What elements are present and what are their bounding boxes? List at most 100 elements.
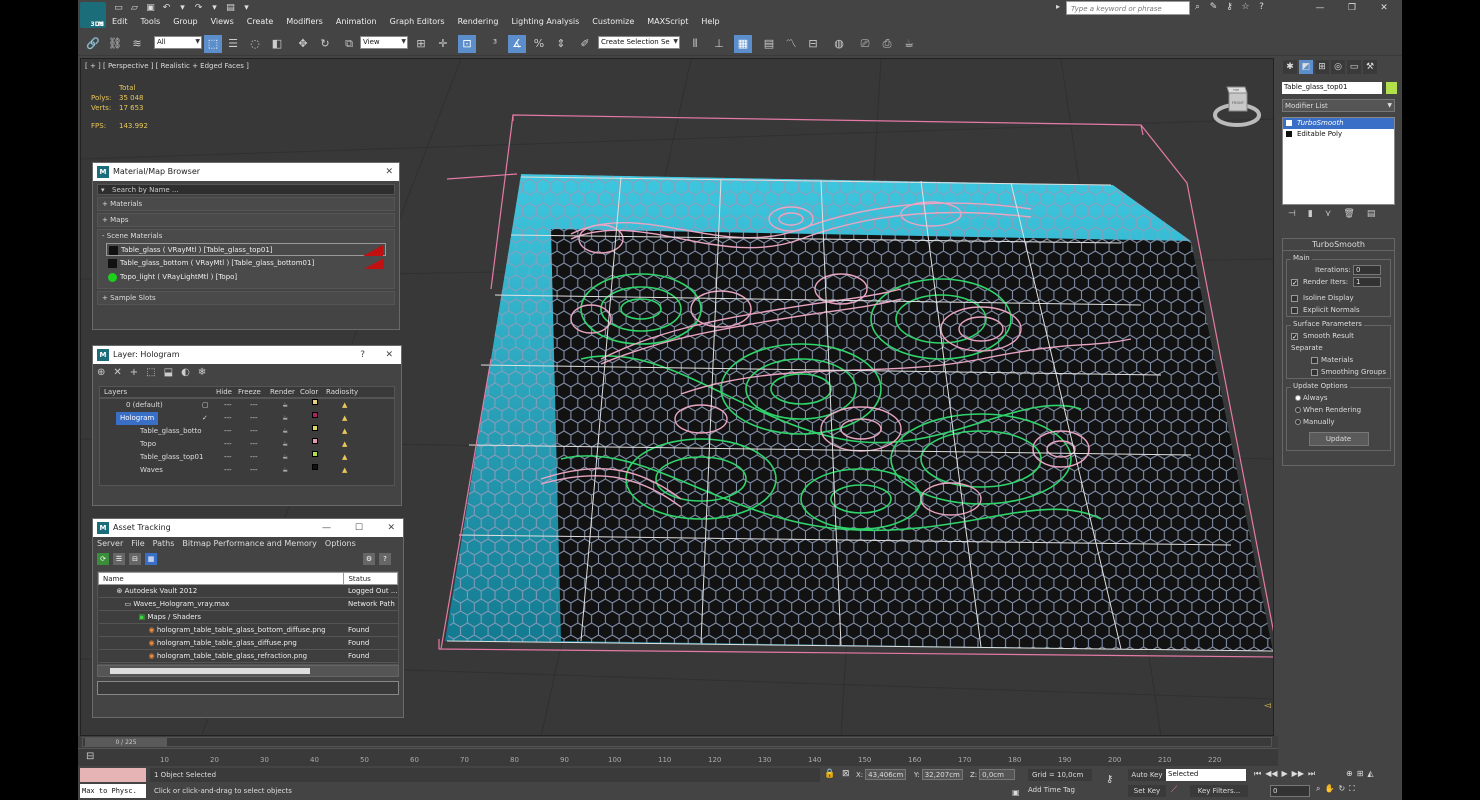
field-of-view-icon[interactable]: ◭	[1367, 769, 1373, 778]
selection-filter-dropdown[interactable]: All	[154, 36, 202, 49]
render-teapot-icon[interactable]: ☕	[282, 412, 288, 425]
menu-lighting-analysis[interactable]: Lighting Analysis	[511, 17, 579, 26]
create-layer-icon[interactable]: ⊕	[97, 367, 105, 383]
stack-item-turbosmooth[interactable]: TurboSmooth	[1283, 118, 1394, 129]
key-icon[interactable]: ⚷	[1224, 2, 1235, 12]
update-button[interactable]: Update	[1308, 432, 1369, 446]
scene-materials-header[interactable]: - Scene Materials	[98, 230, 394, 242]
window-crossing-icon[interactable]: ◧	[268, 35, 286, 53]
highlight-selected-icon[interactable]: ⬓	[164, 367, 173, 383]
render-production-icon[interactable]: ☕	[900, 35, 918, 53]
object-color-swatch[interactable]	[1386, 82, 1397, 94]
close-icon[interactable]: ✕	[385, 346, 393, 364]
menu-file[interactable]: File	[131, 537, 144, 551]
menu-bitmap-performance[interactable]: Bitmap Performance and Memory	[182, 537, 317, 551]
previous-frame-icon[interactable]: ◀◀	[1265, 769, 1277, 779]
qa-dropdown-icon[interactable]: ▾	[240, 2, 253, 14]
turbosmooth-title[interactable]: TurboSmooth	[1283, 239, 1394, 251]
radiosity-icon[interactable]: ▲	[342, 438, 347, 451]
transform-type-in-icon[interactable]: ⊠	[842, 769, 850, 779]
material-item[interactable]: Table_glass ( VRayMtl ) [Table_glass_top…	[106, 243, 386, 256]
freeze-toggle[interactable]: ---	[250, 451, 258, 464]
maxscript-listener-output[interactable]	[80, 768, 146, 782]
col-render[interactable]: Render	[270, 387, 295, 398]
move-icon[interactable]: ✥	[294, 35, 312, 53]
pin-stack-icon[interactable]: ⊣	[1288, 209, 1296, 223]
add-time-tag[interactable]: Add Time Tag	[1028, 786, 1075, 794]
when-rendering-radio[interactable]	[1295, 407, 1301, 413]
render-teapot-icon[interactable]: ☕	[282, 399, 288, 412]
menu-maxscript[interactable]: MAXScript	[647, 17, 688, 26]
snaps-toggle-icon[interactable]: ³	[486, 35, 504, 53]
vault-options-icon[interactable]: ⚙	[363, 553, 375, 565]
manually-radio[interactable]	[1295, 419, 1301, 425]
display-tab-icon[interactable]: ▭	[1347, 60, 1361, 74]
help-icon[interactable]: ?	[379, 553, 391, 565]
remove-modifier-icon[interactable]: 🗑	[1343, 209, 1354, 223]
expand-icon[interactable]	[1286, 131, 1292, 137]
scale-icon[interactable]: ⧉	[340, 35, 358, 53]
make-unique-icon[interactable]: ⋎	[1325, 209, 1332, 223]
section-sample-slots[interactable]: + Sample Slots	[97, 291, 395, 305]
pan-icon[interactable]: ✋	[1324, 784, 1334, 794]
auto-key-button[interactable]: Auto Key	[1128, 769, 1166, 781]
mini-curve-editor-icon[interactable]: ⊟	[86, 751, 94, 762]
mmb-titlebar[interactable]: M Material/Map Browser ✕	[93, 163, 399, 181]
render-teapot-icon[interactable]: ☕	[282, 464, 288, 477]
layer-row[interactable]: 0 (default) ▢ --- --- ☕ ▲	[106, 399, 388, 412]
col-name[interactable]: Name	[97, 572, 345, 585]
asset-titlebar[interactable]: M Asset Tracking — ☐ ✕	[93, 519, 403, 537]
angle-snap-icon[interactable]: ∡	[508, 35, 526, 53]
freeze-toggle[interactable]: ---	[250, 464, 258, 477]
rotate-icon[interactable]: ↻	[316, 35, 334, 53]
table-row[interactable]: ◉ hologram_table_table_glass_bottom_diff…	[98, 623, 398, 637]
next-frame-icon[interactable]: ▶▶	[1292, 769, 1304, 779]
menu-rendering[interactable]: Rendering	[458, 17, 499, 26]
horizontal-scrollbar[interactable]	[97, 665, 399, 677]
hierarchy-tab-icon[interactable]: ⊞	[1315, 60, 1329, 74]
keyboard-override-icon[interactable]: ⊡	[458, 35, 476, 53]
select-manipulate-icon[interactable]: ✛	[434, 35, 452, 53]
percent-snap-icon[interactable]: %	[530, 35, 548, 53]
material-item[interactable]: Topo_light ( VRayLightMtl ) [Topo]	[106, 271, 386, 284]
zoom-extents-icon[interactable]: ⊞	[1357, 769, 1364, 778]
save-icon[interactable]: ▣	[144, 2, 157, 14]
menu-paths[interactable]: Paths	[153, 537, 175, 551]
menu-views[interactable]: Views	[211, 17, 234, 26]
app-logo[interactable]: M 3DS	[80, 2, 106, 28]
current-layer-checkbox[interactable]: ▢	[202, 399, 209, 412]
modify-tab-icon[interactable]: ◩	[1299, 60, 1313, 74]
delete-layer-icon[interactable]: ✕	[113, 367, 121, 383]
layer-color-swatch[interactable]	[312, 438, 318, 444]
menu-options[interactable]: Options	[325, 537, 356, 551]
col-radiosity[interactable]: Radiosity	[326, 387, 358, 398]
maximize-viewport-icon[interactable]: ⛶	[1349, 784, 1355, 794]
always-radio[interactable]	[1295, 395, 1301, 401]
motion-tab-icon[interactable]: ◎	[1331, 60, 1345, 74]
render-setup-icon[interactable]: ⎚	[856, 35, 874, 53]
separate-materials-checkbox[interactable]	[1311, 357, 1318, 364]
hide-toggle[interactable]: ---	[224, 399, 232, 412]
object-name-field[interactable]: Table_glass_top01	[1282, 82, 1382, 94]
restore-icon[interactable]: ❐	[1336, 0, 1368, 16]
col-hide[interactable]: Hide	[216, 387, 232, 398]
help-icon[interactable]: ?	[360, 346, 365, 364]
close-icon[interactable]: ✕	[387, 519, 395, 537]
list-view-icon[interactable]: ☰	[113, 553, 125, 565]
col-layers[interactable]: Layers	[104, 387, 127, 398]
table-view-icon[interactable]: ▦	[145, 553, 157, 565]
explicit-normals-checkbox[interactable]	[1291, 307, 1298, 314]
layer-titlebar[interactable]: M Layer: Hologram? ✕	[93, 346, 401, 364]
scrollbar-thumb[interactable]	[110, 668, 310, 674]
undo-icon[interactable]: ↶	[160, 2, 173, 14]
table-row[interactable]: ◉ hologram_table_table_glass_refraction.…	[98, 649, 398, 663]
scene-explorer-icon[interactable]: ▦	[734, 35, 752, 53]
create-tab-icon[interactable]: ✱	[1283, 60, 1297, 74]
configure-sets-icon[interactable]: ▤	[1367, 209, 1376, 223]
render-iters-spinner[interactable]: 1	[1353, 277, 1381, 287]
undo-dropdown-icon[interactable]: ▾	[176, 2, 189, 14]
menu-tools[interactable]: Tools	[141, 17, 161, 26]
table-row[interactable]: ⊛ Autodesk Vault 2012 Logged Out ...	[98, 584, 398, 598]
freeze-toggle[interactable]: ---	[250, 425, 258, 438]
layer-color-swatch[interactable]	[312, 425, 318, 431]
